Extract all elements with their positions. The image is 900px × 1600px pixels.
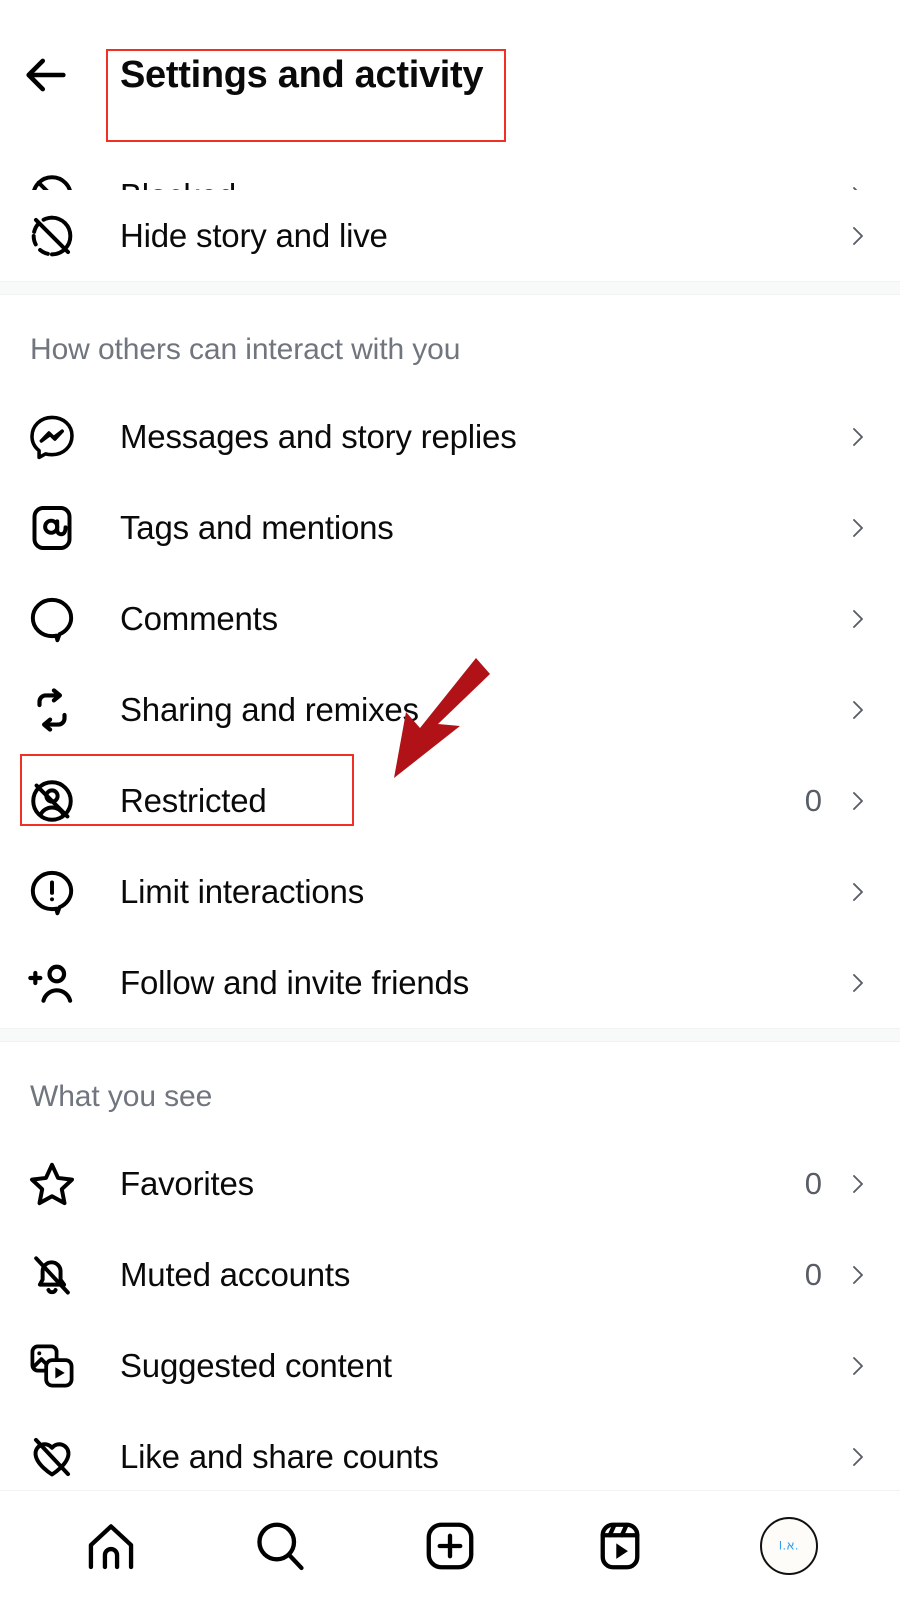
arrow-left-icon (20, 49, 72, 101)
list-item-restricted[interactable]: Restricted 0 (0, 755, 900, 846)
list-item-muted-accounts[interactable]: Muted accounts 0 (0, 1229, 900, 1320)
section-divider (0, 281, 900, 295)
search-icon (252, 1518, 308, 1574)
nav-create[interactable] (402, 1498, 498, 1594)
page-title-wrap: Settings and activity (92, 0, 484, 150)
list-item-label: Muted accounts (120, 1255, 351, 1293)
exclamation-bubble-icon (26, 866, 78, 918)
suggested-cards-icon (26, 1340, 78, 1392)
nav-home[interactable] (63, 1498, 159, 1594)
chevron-right-icon (844, 176, 870, 190)
list-item-messages-and-story-replies[interactable]: Messages and story replies (0, 391, 900, 482)
list-item-hide-story-and-live[interactable]: Hide story and live (0, 190, 900, 281)
instagram-settings-screen: Settings and activity Blocked (0, 0, 900, 1600)
chevron-right-icon (844, 216, 870, 256)
heart-slash-icon (26, 1431, 78, 1483)
list-item-count: 0 (804, 1256, 822, 1292)
list-item-label: Hide story and live (120, 216, 388, 254)
list-item-label: Blocked (78, 177, 822, 191)
back-button[interactable] (0, 0, 92, 150)
plus-square-icon (422, 1518, 478, 1574)
comment-bubble-icon (26, 593, 78, 645)
avatar-label: l.ﬡ. (779, 1538, 800, 1553)
chevron-right-icon (844, 417, 870, 457)
chevron-right-icon (844, 872, 870, 912)
list-item-comments[interactable]: Comments (0, 573, 900, 664)
list-item-count: 0 (804, 782, 822, 818)
nav-profile[interactable]: l.ﬡ. (741, 1498, 837, 1594)
messenger-bolt-icon (26, 411, 78, 463)
list-item-label: Like and share counts (120, 1437, 439, 1475)
bell-slash-icon (26, 1249, 78, 1301)
list-item-blocked-partial[interactable]: Blocked (0, 150, 900, 190)
chevron-right-icon (844, 781, 870, 821)
section-title-what-you-see: What you see (0, 1042, 900, 1138)
list-item-label: Favorites (120, 1164, 254, 1202)
list-item-label: Messages and story replies (120, 417, 517, 455)
chevron-right-icon (844, 508, 870, 548)
list-item-label: Tags and mentions (120, 508, 394, 546)
settings-list: Blocked Hide story and live (0, 150, 900, 1490)
person-plus-icon (26, 957, 78, 1009)
list-item-limit-interactions[interactable]: Limit interactions (0, 846, 900, 937)
list-item-sharing-and-remixes[interactable]: Sharing and remixes (0, 664, 900, 755)
list-item-follow-and-invite-friends[interactable]: Follow and invite friends (0, 937, 900, 1028)
list-item-label: Follow and invite friends (120, 963, 470, 1001)
list-item-like-and-share-counts[interactable]: Like and share counts (0, 1411, 900, 1490)
list-item-count: 0 (804, 1165, 822, 1201)
bottom-navigation-bar: l.ﬡ. (0, 1490, 900, 1600)
list-item-label: Limit interactions (120, 872, 364, 910)
app-header: Settings and activity (0, 0, 900, 150)
chevron-right-icon (844, 1346, 870, 1386)
hide-story-slash-icon (26, 210, 78, 262)
list-item-label: Restricted (120, 781, 267, 819)
list-item-label: Suggested content (120, 1346, 392, 1384)
list-item-suggested-content[interactable]: Suggested content (0, 1320, 900, 1411)
section-title-how-others-interact: How others can interact with you (0, 295, 900, 391)
chevron-right-icon (844, 599, 870, 639)
reels-icon (592, 1518, 648, 1574)
page-title: Settings and activity (120, 53, 484, 96)
nav-search[interactable] (232, 1498, 328, 1594)
list-item-tags-and-mentions[interactable]: Tags and mentions (0, 482, 900, 573)
chevron-right-icon (844, 1437, 870, 1477)
section-divider (0, 1028, 900, 1042)
home-icon (83, 1518, 139, 1574)
list-item-favorites[interactable]: Favorites 0 (0, 1138, 900, 1229)
chevron-right-icon (844, 963, 870, 1003)
blocked-circle-icon (26, 170, 78, 190)
restricted-person-slash-icon (26, 775, 78, 827)
at-square-icon (26, 502, 78, 554)
list-item-label: Comments (120, 599, 278, 637)
chevron-right-icon (844, 1255, 870, 1295)
star-icon (26, 1158, 78, 1210)
nav-reels[interactable] (572, 1498, 668, 1594)
chevron-right-icon (844, 1164, 870, 1204)
avatar: l.ﬡ. (760, 1516, 819, 1575)
remix-loop-icon (26, 684, 78, 736)
list-item-label: Sharing and remixes (120, 690, 419, 728)
chevron-right-icon (844, 690, 870, 730)
